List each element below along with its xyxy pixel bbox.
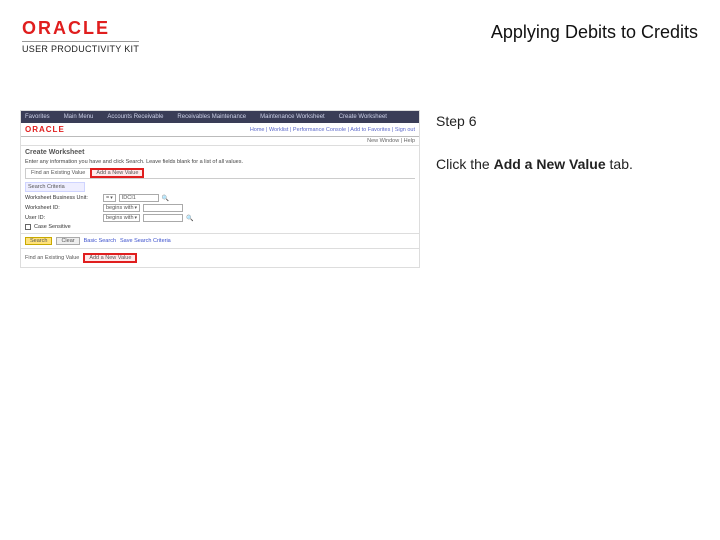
ss-label-bu: Worksheet Business Unit: xyxy=(25,195,100,201)
ss-footer: Find an Existing Value Add a New Value xyxy=(21,249,419,267)
ss-header-links: Home | Worklist | Performance Console | … xyxy=(250,127,415,133)
ss-input-ws[interactable] xyxy=(143,204,183,212)
ss-tab-find[interactable]: Find an Existing Value xyxy=(25,168,91,178)
lookup-icon[interactable]: 🔍 xyxy=(162,195,169,202)
ss-label-user: User ID: xyxy=(25,215,100,221)
ss-oracle-logo: ORACLE xyxy=(25,125,65,134)
instruction-prefix: Click the xyxy=(436,156,494,172)
ss-field-row-ws: Worksheet ID: begins with xyxy=(25,204,415,212)
ss-field-row-bu: Worksheet Business Unit: = IDCI1 🔍 xyxy=(25,194,415,202)
ss-clear-button[interactable]: Clear xyxy=(56,237,79,245)
ss-tab-strip: Find an Existing Value Add a New Value xyxy=(25,168,415,179)
ss-input-bu[interactable]: IDCI1 xyxy=(119,194,159,202)
embedded-screenshot: Favorites Main Menu Accounts Receivable … xyxy=(20,110,420,268)
ss-form-header: Search Criteria xyxy=(25,182,85,192)
ss-search-form: Search Criteria Worksheet Business Unit:… xyxy=(21,179,419,234)
ss-label-ws: Worksheet ID: xyxy=(25,205,100,211)
ss-input-user[interactable] xyxy=(143,214,183,222)
brand-word: ORACLE xyxy=(22,18,139,39)
ss-breadcrumb-bar: Favorites Main Menu Accounts Receivable … xyxy=(21,111,419,123)
ss-op-bu[interactable]: = xyxy=(103,194,116,202)
ss-crumb: Create Worksheet xyxy=(339,114,387,120)
brand-subtitle: USER PRODUCTIVITY KIT xyxy=(22,41,139,54)
ss-tab-add-new-value[interactable]: Add a New Value xyxy=(90,168,144,178)
ss-crumb: Main Menu xyxy=(64,114,94,120)
ss-button-row: Search Clear Basic Search Save Search Cr… xyxy=(21,234,419,249)
instruction-text: Click the Add a New Value tab. xyxy=(436,155,700,174)
ss-field-row-user: User ID: begins with 🔍 xyxy=(25,214,415,222)
ss-section-desc: Enter any information you have and click… xyxy=(21,159,419,168)
ss-crumb: Accounts Receivable xyxy=(107,114,163,120)
ss-label-cs: Case Sensitive xyxy=(34,224,109,230)
ss-field-row-cs: Case Sensitive xyxy=(25,224,415,230)
page-title: Applying Debits to Credits xyxy=(491,22,698,43)
step-label: Step 6 xyxy=(436,112,700,131)
brand-logo: ORACLE USER PRODUCTIVITY KIT xyxy=(22,18,139,54)
lookup-icon[interactable]: 🔍 xyxy=(186,215,193,222)
ss-section-title: Create Worksheet xyxy=(21,146,419,159)
ss-op-user[interactable]: begins with xyxy=(103,214,140,222)
header: ORACLE USER PRODUCTIVITY KIT Applying De… xyxy=(0,0,720,70)
instruction-panel: Step 6 Click the Add a New Value tab. xyxy=(436,110,700,268)
ss-crumb: Favorites xyxy=(25,114,50,120)
ss-checkbox-case-sensitive[interactable] xyxy=(25,224,31,230)
ss-crumb: Maintenance Worksheet xyxy=(260,114,325,120)
ss-basic-search-link[interactable]: Basic Search xyxy=(84,238,116,244)
instruction-suffix: tab. xyxy=(606,156,633,172)
content-row: Favorites Main Menu Accounts Receivable … xyxy=(0,110,720,268)
ss-footer-find-label: Find an Existing Value xyxy=(25,255,79,261)
ss-op-ws[interactable]: begins with xyxy=(103,204,140,212)
ss-crumb: Receivables Maintenance xyxy=(177,114,246,120)
ss-save-search-link[interactable]: Save Search Criteria xyxy=(120,238,171,244)
instruction-bold: Add a New Value xyxy=(494,156,606,172)
ss-app-header: ORACLE Home | Worklist | Performance Con… xyxy=(21,123,419,137)
ss-search-button[interactable]: Search xyxy=(25,237,52,245)
ss-footer-add-new-value[interactable]: Add a New Value xyxy=(83,253,137,263)
ss-subbar: New Window | Help xyxy=(21,137,419,146)
